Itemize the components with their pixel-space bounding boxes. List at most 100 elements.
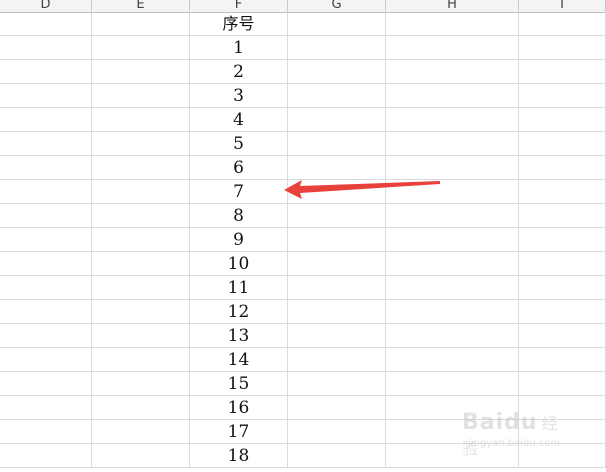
cell[interactable] [519,300,606,323]
cell-header-serial[interactable]: 序号 [190,12,288,35]
cell-serial-number[interactable]: 15 [190,372,288,395]
column-header-f[interactable]: F [190,0,288,12]
cell[interactable] [92,300,190,323]
cell[interactable] [0,300,92,323]
cell[interactable] [0,252,92,275]
column-header-d[interactable]: D [0,0,92,12]
cell[interactable] [92,444,190,467]
cell[interactable] [92,228,190,251]
cell[interactable] [0,324,92,347]
cell[interactable] [92,420,190,443]
cell[interactable] [386,84,519,107]
cell[interactable] [92,372,190,395]
cell[interactable] [0,12,92,35]
cell[interactable] [92,348,190,371]
cell-serial-number[interactable]: 4 [190,108,288,131]
cell[interactable] [386,228,519,251]
cell[interactable] [519,228,606,251]
cell[interactable] [0,108,92,131]
cell[interactable] [0,372,92,395]
cell[interactable] [0,204,92,227]
cell[interactable] [519,156,606,179]
cell[interactable] [92,252,190,275]
cell[interactable] [0,36,92,59]
column-header-h[interactable]: H [386,0,519,12]
cell[interactable] [288,276,386,299]
cell[interactable] [386,60,519,83]
cell[interactable] [519,252,606,275]
cell-serial-number[interactable]: 17 [190,420,288,443]
cell[interactable] [0,132,92,155]
cell[interactable] [92,36,190,59]
cell-serial-number[interactable]: 16 [190,396,288,419]
cell[interactable] [519,276,606,299]
cell[interactable] [519,108,606,131]
cell[interactable] [519,36,606,59]
cell[interactable] [0,84,92,107]
cell[interactable] [0,228,92,251]
cell[interactable] [0,60,92,83]
cell[interactable] [288,396,386,419]
cell[interactable] [92,84,190,107]
cell[interactable] [0,348,92,371]
cell[interactable] [0,444,92,467]
cell[interactable] [288,372,386,395]
cell[interactable] [519,60,606,83]
cell[interactable] [386,12,519,35]
cell-serial-number[interactable]: 14 [190,348,288,371]
cell-serial-number[interactable]: 3 [190,84,288,107]
cell[interactable] [386,372,519,395]
cell-serial-number[interactable]: 10 [190,252,288,275]
cell[interactable] [386,324,519,347]
cell[interactable] [386,156,519,179]
cell[interactable] [288,204,386,227]
cell[interactable] [288,12,386,35]
cell[interactable] [519,348,606,371]
cell[interactable] [519,84,606,107]
cell[interactable] [288,60,386,83]
cell[interactable] [92,396,190,419]
cell-serial-number[interactable]: 11 [190,276,288,299]
cell[interactable] [92,108,190,131]
cell[interactable] [92,180,190,203]
cell[interactable] [386,300,519,323]
cell[interactable] [92,156,190,179]
cell[interactable] [386,108,519,131]
cell[interactable] [288,348,386,371]
cell[interactable] [386,36,519,59]
column-header-e[interactable]: E [92,0,190,12]
cell-serial-number[interactable]: 6 [190,156,288,179]
column-header-g[interactable]: G [288,0,386,12]
cell[interactable] [386,348,519,371]
cell-serial-number[interactable]: 18 [190,444,288,467]
cell[interactable] [92,276,190,299]
cell[interactable] [519,204,606,227]
cell[interactable] [288,252,386,275]
cell-serial-number[interactable]: 7 [190,180,288,203]
cell[interactable] [386,276,519,299]
cell[interactable] [288,108,386,131]
cell-serial-number[interactable]: 9 [190,228,288,251]
cell[interactable] [288,228,386,251]
cell-serial-number[interactable]: 12 [190,300,288,323]
cell-serial-number[interactable]: 1 [190,36,288,59]
cell-serial-number[interactable]: 8 [190,204,288,227]
cell[interactable] [519,324,606,347]
cell[interactable] [0,420,92,443]
cell[interactable] [92,132,190,155]
cell[interactable] [519,372,606,395]
cell[interactable] [288,132,386,155]
cell[interactable] [92,204,190,227]
cell-serial-number[interactable]: 5 [190,132,288,155]
cell[interactable] [288,444,386,467]
cell[interactable] [386,132,519,155]
cell[interactable] [519,180,606,203]
cell[interactable] [0,276,92,299]
cell[interactable] [92,60,190,83]
cell[interactable] [386,180,519,203]
cell[interactable] [288,300,386,323]
cell[interactable] [0,180,92,203]
cell[interactable] [519,132,606,155]
cell[interactable] [519,12,606,35]
cell[interactable] [288,156,386,179]
